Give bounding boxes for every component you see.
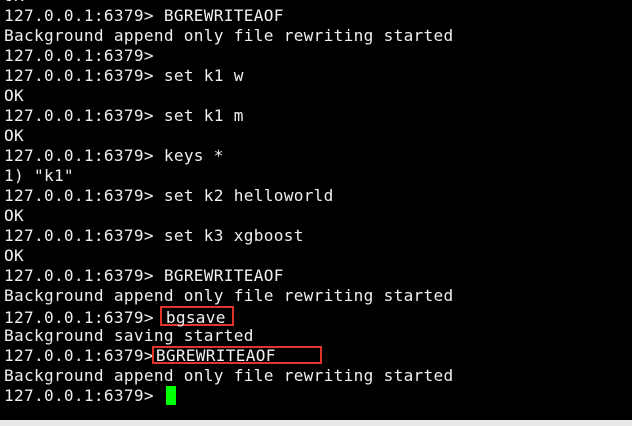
output-line: OK [4, 126, 24, 145]
command-line: 127.0.0.1:6379> [4, 46, 154, 65]
command-line: 127.0.0.1:6379> set k3 xgboost [4, 226, 304, 245]
command-line: 127.0.0.1:6379> set k1 w [4, 66, 244, 85]
command-line: 127.0.0.1:6379> BGREWRITEAOF [4, 266, 284, 285]
output-line: OK [4, 246, 24, 265]
output-line: Background saving started [4, 326, 254, 345]
command-line: 127.0.0.1:6379> bgsave [4, 306, 628, 327]
active-prompt-line[interactable]: 127.0.0.1:6379> [4, 386, 628, 406]
command-line: 127.0.0.1:6379> set k2 helloworld [4, 186, 334, 205]
output-line: OK [4, 206, 24, 225]
output-line: 1) "k1" [4, 166, 74, 185]
terminal-window[interactable]: OK 127.0.0.1:6379> BGREWRITEAOF Backgrou… [0, 0, 632, 420]
terminal-cursor [165, 386, 176, 405]
highlighted-command-bgsave: bgsave [159, 306, 234, 327]
command-line: 127.0.0.1:6379> keys * [4, 146, 224, 165]
output-line: OK [4, 86, 24, 105]
output-line: Background append only file rewriting st… [4, 286, 454, 305]
highlighted-command-bgrewriteaof: BGREWRITEAOF [151, 346, 322, 364]
command-line: 127.0.0.1:6379> BGREWRITEAOF [4, 346, 628, 366]
command-line: 127.0.0.1:6379> set k1 m [4, 106, 244, 125]
window-bottom-edge [0, 420, 632, 426]
terminal-output: OK 127.0.0.1:6379> BGREWRITEAOF Backgrou… [4, 0, 628, 406]
command-line: 127.0.0.1:6379> BGREWRITEAOF [4, 6, 284, 25]
output-line: Background append only file rewriting st… [4, 366, 454, 385]
output-line: Background append only file rewriting st… [4, 26, 454, 45]
